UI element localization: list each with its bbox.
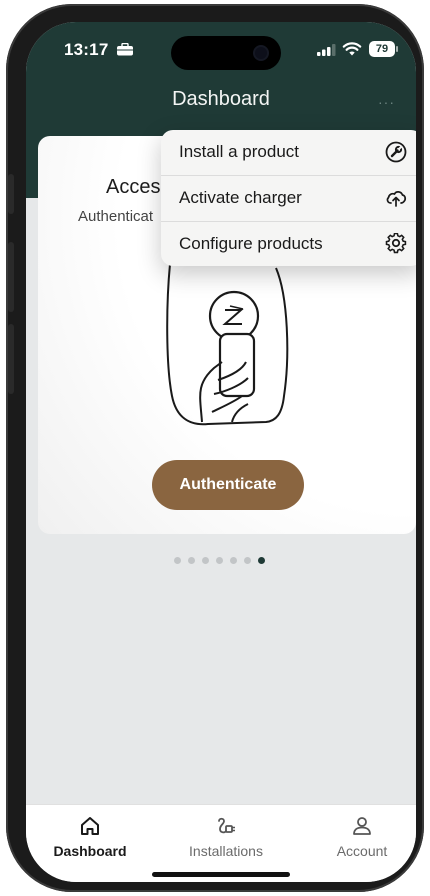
home-icon <box>81 817 99 835</box>
more-options-icon[interactable]: ··· <box>378 94 395 110</box>
status-bar: 13:17 79 <box>26 36 416 70</box>
phone-body: 13:17 79 Dashboard ··· Acces Authenticat… <box>6 4 424 892</box>
page-dot[interactable] <box>230 557 237 564</box>
menu-item-configure-products[interactable]: Configure products <box>161 222 416 266</box>
battery-icon: 79 <box>369 41 395 57</box>
volume-down-button <box>8 324 14 394</box>
home-indicator[interactable] <box>152 872 290 877</box>
cloud-upload-icon <box>386 191 407 207</box>
volume-up-button <box>8 242 14 312</box>
bottom-tab-bar: Dashboard Installations Account <box>26 804 416 882</box>
tab-label: Installations <box>189 843 263 859</box>
wrench-icon <box>385 141 407 163</box>
options-dropdown-menu: Install a product Activate charger Confi… <box>161 130 416 266</box>
carousel-pagination <box>174 557 265 564</box>
card-title: Acces <box>106 176 161 198</box>
tab-label: Dashboard <box>53 843 127 859</box>
menu-item-label: Configure products <box>179 234 323 253</box>
tab-account[interactable]: Account <box>302 815 416 859</box>
menu-item-label: Install a product <box>179 142 300 161</box>
card-subtitle: Authenticat <box>78 208 154 225</box>
page-dot[interactable] <box>216 557 223 564</box>
page-dot[interactable] <box>202 557 209 564</box>
menu-item-install-product[interactable]: Install a product <box>161 130 416 175</box>
wifi-icon <box>342 42 362 56</box>
dynamic-island <box>171 36 281 70</box>
briefcase-icon <box>117 43 133 56</box>
page-dot[interactable] <box>244 557 251 564</box>
page-dot[interactable] <box>188 557 195 564</box>
authenticate-button[interactable]: Authenticate <box>152 460 304 510</box>
app-screen: 13:17 79 Dashboard ··· Acces Authenticat… <box>26 22 416 882</box>
gear-icon <box>385 233 407 254</box>
status-time: 13:17 <box>64 40 109 59</box>
camera-icon <box>255 47 267 59</box>
action-button <box>8 174 14 214</box>
tab-dashboard[interactable]: Dashboard <box>30 815 150 859</box>
menu-item-activate-charger[interactable]: Activate charger <box>161 176 416 221</box>
page-dot[interactable] <box>174 557 181 564</box>
tab-installations[interactable]: Installations <box>166 815 286 859</box>
menu-item-label: Activate charger <box>179 188 302 207</box>
person-icon <box>353 817 371 835</box>
signal-icon <box>317 44 336 56</box>
device-frame: 13:17 79 Dashboard ··· Acces Authenticat… <box>0 0 430 896</box>
page-title: Dashboard <box>172 88 270 110</box>
battery-tip <box>396 46 398 52</box>
tab-label: Account <box>336 843 388 859</box>
charger-plug-icon <box>218 817 235 834</box>
charger-authenticate-illustration <box>166 263 289 426</box>
page-dot-active[interactable] <box>258 557 265 564</box>
